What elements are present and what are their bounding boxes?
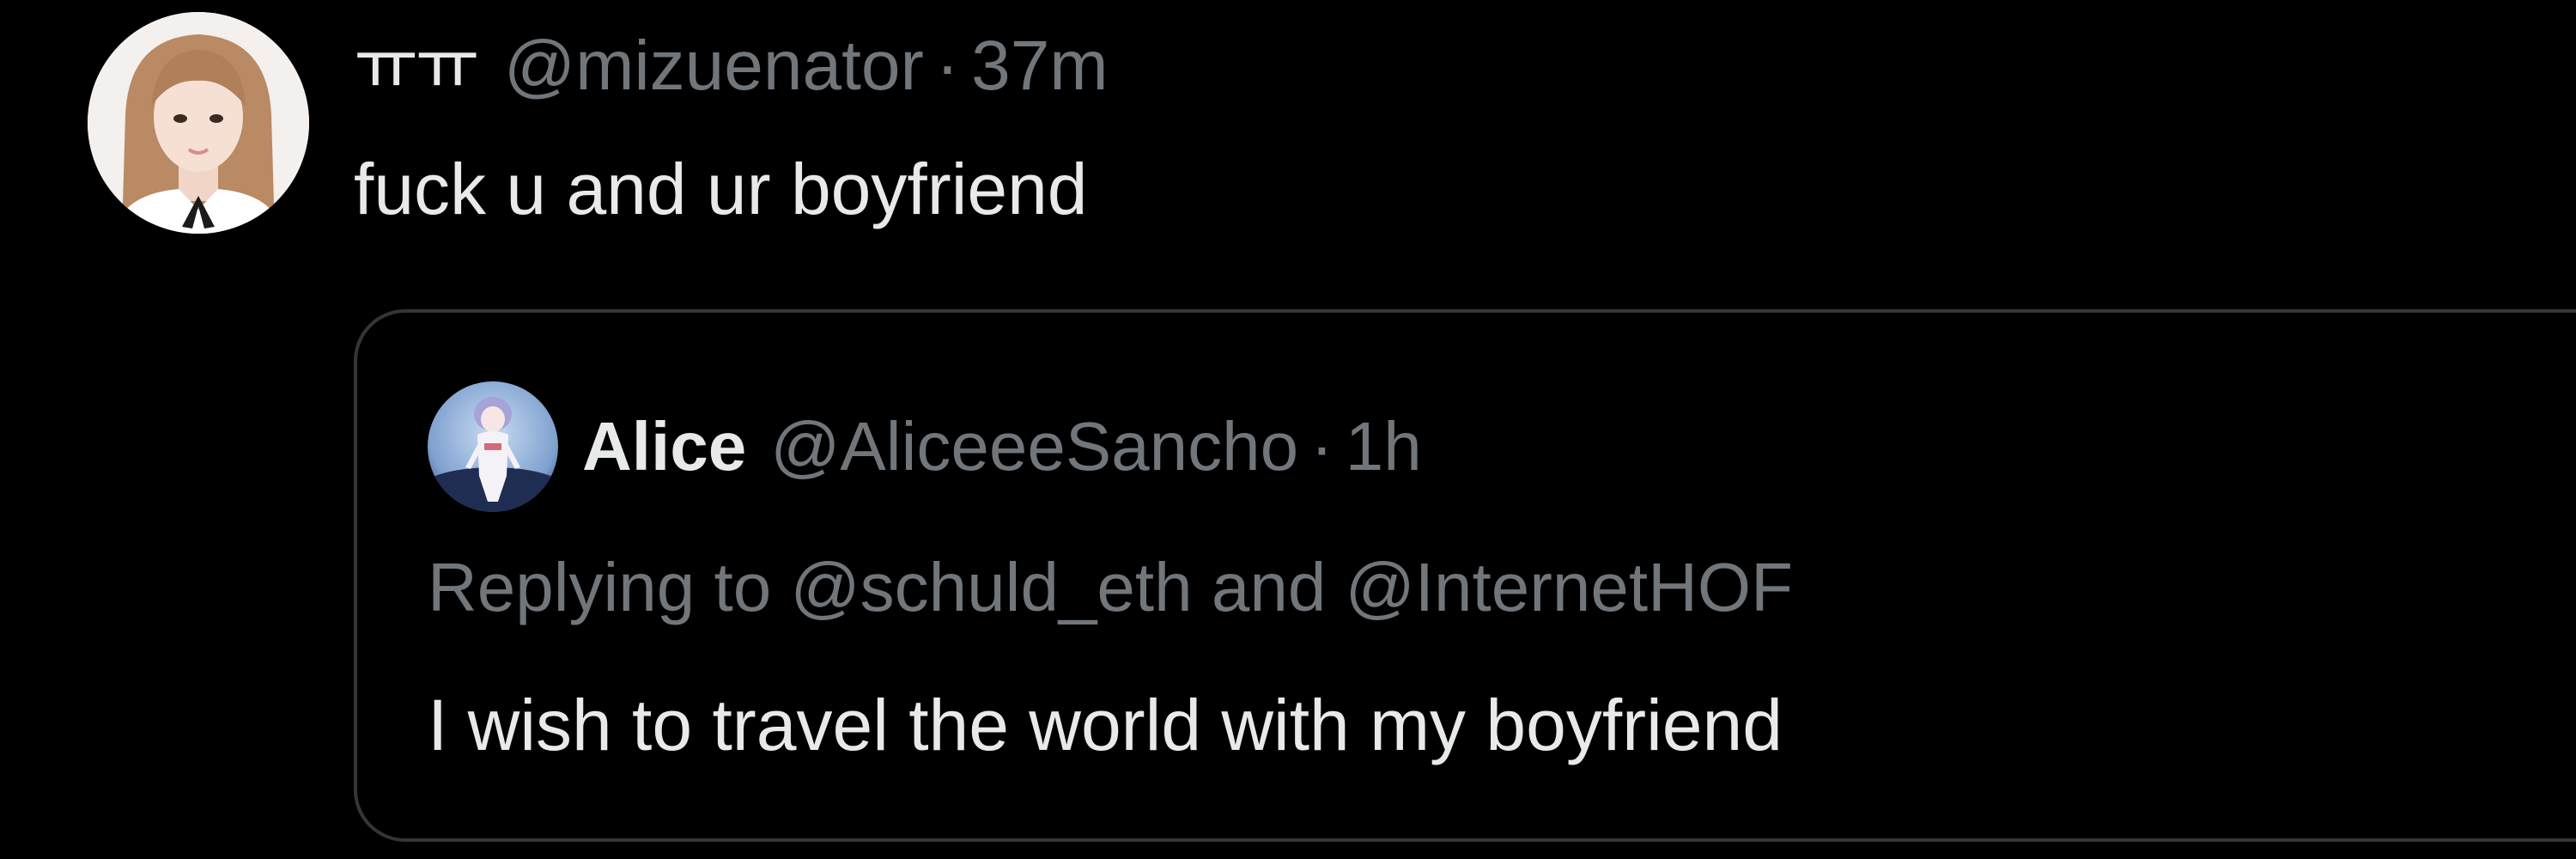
quoted-user-avatar[interactable] bbox=[428, 381, 558, 512]
quoted-tweet-text: I wish to travel the world with my boyfr… bbox=[428, 685, 1783, 765]
replying-and-label: and bbox=[1211, 549, 1327, 625]
display-name[interactable]: ㅠㅠ bbox=[354, 31, 480, 101]
quoted-tweet-header: Alice @AliceeeSancho · 1h bbox=[582, 395, 1422, 498]
anime-avatar-icon bbox=[428, 381, 558, 512]
user-avatar[interactable] bbox=[88, 12, 309, 234]
quoted-display-name[interactable]: Alice bbox=[582, 412, 746, 481]
replying-to-line: Replying to @schuld_eth and @InternetHOF bbox=[428, 536, 1793, 639]
tweet-text: fuck u and ur boyfriend bbox=[354, 149, 1088, 229]
separator-dot: · bbox=[1310, 408, 1334, 484]
tweet[interactable]: ㅠㅠ @mizuenator · 37m fuck u and ur boyfr… bbox=[0, 0, 2576, 859]
quoted-tweet-card[interactable]: Alice @AliceeeSancho · 1h Replying to @s… bbox=[354, 309, 2576, 842]
replying-to-label: Replying to bbox=[428, 549, 772, 625]
tweet-header: ㅠㅠ @mizuenator · 37m bbox=[354, 19, 1109, 113]
separator-dot: · bbox=[935, 27, 960, 105]
profile-photo-icon bbox=[88, 12, 309, 234]
replying-user-link[interactable]: @schuld_eth bbox=[790, 549, 1192, 625]
replying-user-link[interactable]: @InternetHOF bbox=[1346, 549, 1793, 625]
user-handle[interactable]: @mizuenator bbox=[504, 31, 924, 101]
quoted-user-handle[interactable]: @AliceeeSancho bbox=[770, 412, 1298, 481]
quoted-tweet-timestamp[interactable]: 1h bbox=[1346, 412, 1422, 481]
tweet-timestamp[interactable]: 37m bbox=[971, 31, 1109, 101]
